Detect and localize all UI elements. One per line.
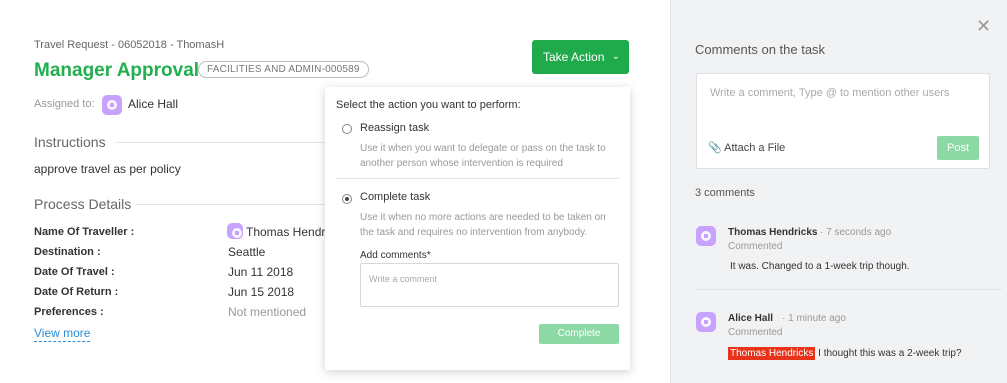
assignee-name: Alice Hall	[128, 97, 179, 111]
divider	[696, 289, 1002, 290]
view-more-link[interactable]: View more	[34, 326, 91, 342]
action-dropdown-panel: Select the action you want to perform: R…	[325, 87, 630, 370]
instructions-heading: Instructions	[34, 134, 106, 150]
divider	[115, 142, 325, 143]
comment-body: I thought this was a 2-week trip?	[818, 348, 962, 359]
complete-radio[interactable]	[342, 194, 352, 204]
date-of-travel-value: Jun 11 2018	[228, 265, 294, 279]
paperclip-icon: 📎	[708, 142, 722, 154]
divider	[336, 178, 619, 179]
attach-file-button[interactable]: 📎 Attach a File	[708, 141, 785, 154]
action-panel-title: Select the action you want to perform:	[336, 99, 521, 111]
take-action-button[interactable]: Take Action ⌄	[532, 40, 629, 74]
comment-composer[interactable]: Write a comment, Type @ to mention other…	[696, 73, 990, 169]
take-action-label: Take Action	[543, 50, 605, 64]
action-comment-input[interactable]: Write a comment	[360, 263, 619, 307]
add-comments-label: Add comments*	[360, 250, 431, 261]
assignee-avatar	[102, 95, 122, 115]
complete-button[interactable]: Complete	[539, 324, 619, 344]
task-detail-pane: Travel Request - 06052018 - ThomasH Mana…	[0, 0, 670, 383]
comment-avatar	[696, 312, 716, 332]
comment-avatar	[696, 226, 716, 246]
comment-input[interactable]: Write a comment, Type @ to mention other…	[710, 87, 949, 99]
comment-time-text: 1 minute ago	[788, 313, 846, 324]
comments-count: 3 comments	[695, 187, 755, 199]
complete-option-description: Use it when no more actions are needed t…	[360, 212, 606, 238]
traveller-avatar	[227, 223, 243, 239]
comment-author: Thomas Hendricks	[728, 227, 818, 238]
page-title: Manager Approval	[34, 60, 200, 81]
comment-time-text: 7 seconds ago	[826, 227, 892, 238]
instructions-text: approve travel as per policy	[34, 162, 181, 176]
reassign-option-description: Use it when you want to delegate or pass…	[360, 143, 606, 169]
chevron-down-icon: ⌄	[611, 51, 620, 62]
comment-text: It was. Changed to a 1-week trip though.	[730, 261, 910, 272]
post-button[interactable]: Post	[937, 136, 979, 160]
user-mention[interactable]: Thomas Hendricks	[728, 347, 816, 360]
destination-value: Seattle	[228, 245, 266, 259]
preferences-value: Not mentioned	[228, 305, 307, 319]
complete-option-label[interactable]: Complete task	[360, 191, 430, 203]
close-icon[interactable]: ✕	[976, 16, 991, 37]
traveller-value: Thomas Hendr	[246, 225, 326, 239]
reassign-radio[interactable]	[342, 124, 352, 134]
destination-label: Destination :	[34, 246, 101, 258]
reassign-option-label[interactable]: Reassign task	[360, 122, 429, 134]
breadcrumb: Travel Request - 06052018 - ThomasH	[34, 39, 225, 51]
traveller-label: Name Of Traveller :	[34, 226, 135, 238]
comments-title: Comments on the task	[695, 42, 826, 57]
date-of-return-value: Jun 15 2018	[228, 285, 295, 299]
comment-author: Alice Hall	[728, 313, 774, 324]
reference-badge: FACILITIES AND ADMIN-000589	[198, 61, 369, 78]
attach-file-label: Attach a File	[724, 142, 786, 154]
assigned-to-label: Assigned to:	[34, 98, 95, 110]
date-of-return-label: Date Of Return :	[34, 286, 119, 298]
comment-time: · 1 minute ago	[782, 313, 846, 324]
comment-action: Commented	[728, 241, 783, 252]
divider	[136, 204, 325, 205]
process-details-heading: Process Details	[34, 196, 132, 212]
preferences-label: Preferences :	[34, 306, 104, 318]
comment-action: Commented	[728, 327, 783, 338]
comment-time: · 7 seconds ago	[820, 227, 892, 238]
comment-text: Thomas Hendricks I thought this was a 2-…	[728, 347, 962, 360]
date-of-travel-label: Date Of Travel :	[34, 266, 115, 278]
